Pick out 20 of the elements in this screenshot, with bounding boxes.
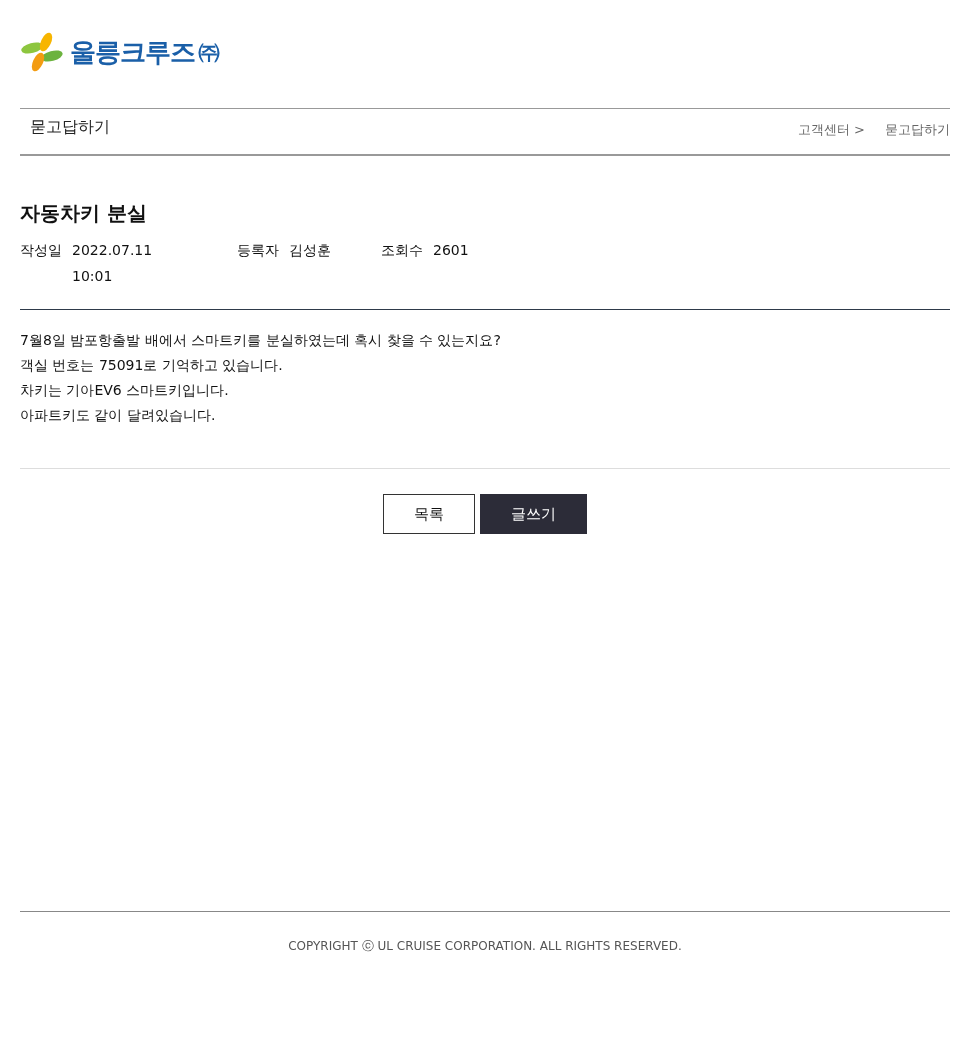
meta-value: 2601 bbox=[433, 241, 469, 260]
meta-label: 등록자 bbox=[237, 241, 279, 260]
logo-suffix: ㈜ bbox=[198, 38, 220, 66]
body-text: 객실 번호는 75091로 기억하고 있습니다. bbox=[20, 356, 284, 375]
post-title: 자동차키 분실 bbox=[20, 200, 148, 227]
breadcrumb-link[interactable]: 고객센터 > bbox=[797, 121, 865, 139]
logo-icon bbox=[20, 31, 64, 73]
body-text: 차키는 기아EV6 스마트키입니다. bbox=[20, 381, 230, 400]
page-title: 묻고답하기 bbox=[30, 117, 110, 138]
meta-label: 조회수 bbox=[381, 241, 423, 260]
logo-text: 울릉크루즈 bbox=[70, 35, 195, 69]
write-button[interactable]: 글쓰기 bbox=[480, 494, 587, 534]
meta-value: 김성훈 bbox=[289, 241, 331, 260]
meta-value: 2022.07.11 10:01 bbox=[72, 241, 152, 286]
body-text: 7월8일 밤포항출발 배에서 스마트키를 분실하였는데 혹시 찾을 수 있는지요? bbox=[20, 331, 502, 350]
breadcrumb-link[interactable]: 묻고답하기 bbox=[885, 121, 950, 139]
meta-label: 작성일 bbox=[20, 241, 62, 260]
list-button[interactable]: 목록 bbox=[383, 494, 475, 534]
copyright-text: COPYRIGHT ⓒ UL CRUISE CORPORATION. ALL RIGHTS RESERVED. bbox=[288, 939, 682, 953]
body-text: 아파트키도 같이 달려있습니다. bbox=[20, 406, 217, 425]
